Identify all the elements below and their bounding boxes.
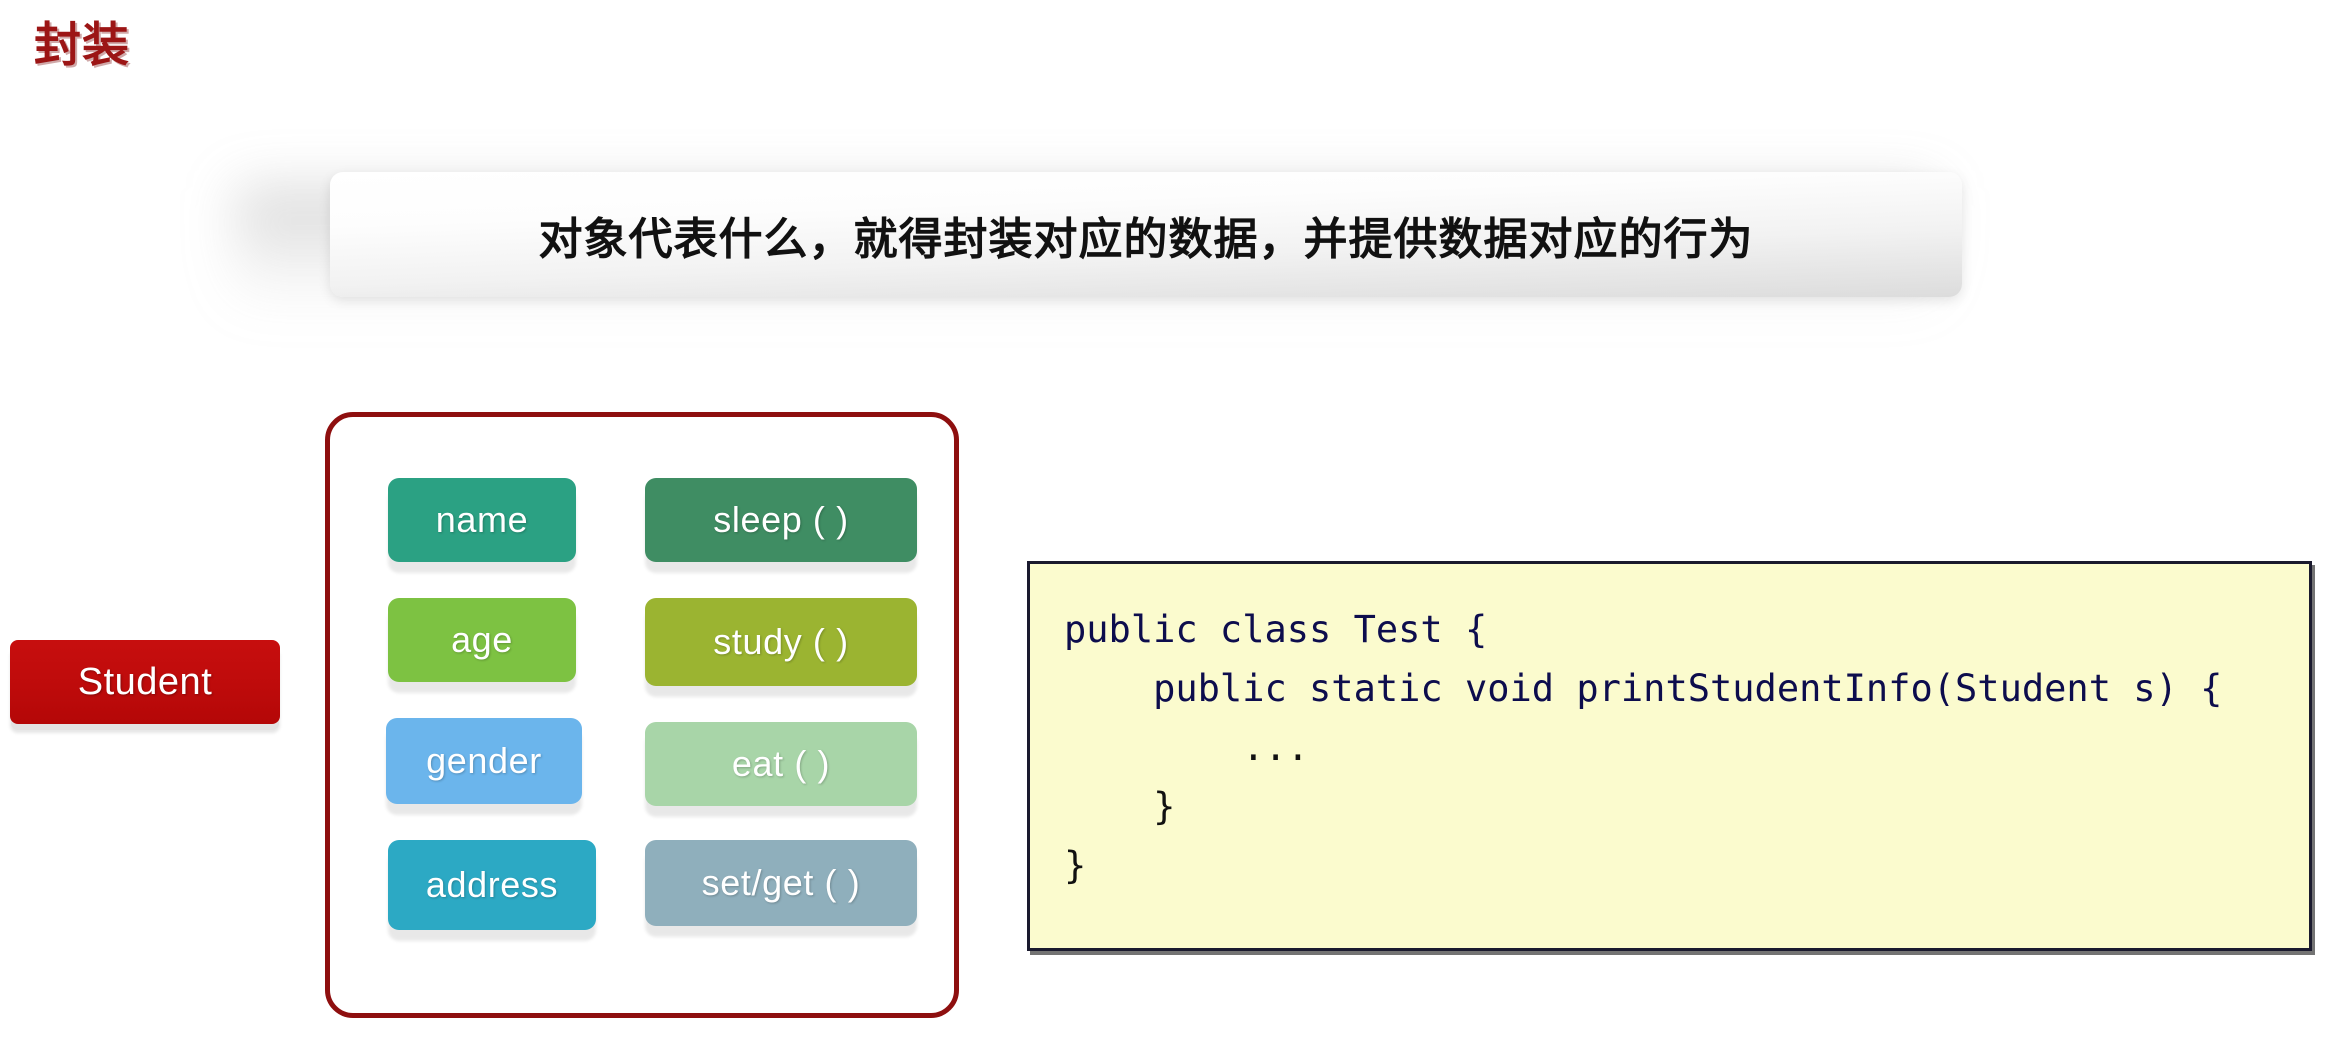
method-chip-eat-label: eat ( ) xyxy=(731,743,831,784)
code-snippet-panel: public class Test { public static void p… xyxy=(1027,561,2312,951)
field-chip-age: age xyxy=(388,598,576,682)
headline-banner: 对象代表什么，就得封装对应的数据，并提供数据对应的行为 xyxy=(235,172,1962,311)
method-chip-eat: eat ( ) xyxy=(645,722,917,806)
field-chip-name: name xyxy=(388,478,576,562)
banner-surface: 对象代表什么，就得封装对应的数据，并提供数据对应的行为 xyxy=(330,172,1962,297)
field-chip-address: address xyxy=(388,840,596,930)
field-chip-gender-label: gender xyxy=(426,740,542,781)
student-class-tag: Student xyxy=(10,640,280,724)
field-chip-name-label: name xyxy=(435,499,529,540)
field-chip-address-label: address xyxy=(425,864,559,905)
banner-text: 对象代表什么，就得封装对应的数据，并提供数据对应的行为 xyxy=(538,214,1754,264)
method-chip-setget: set/get ( ) xyxy=(645,840,917,926)
field-chip-age-label: age xyxy=(451,619,513,660)
code-snippet-text: public class Test { public static void p… xyxy=(1064,608,2223,887)
field-chip-gender: gender xyxy=(386,718,582,804)
method-chip-sleep-label: sleep ( ) xyxy=(713,499,849,540)
method-chip-study: study ( ) xyxy=(645,598,917,686)
method-chip-study-label: study ( ) xyxy=(713,621,849,662)
student-class-tag-label: Student xyxy=(77,660,213,703)
method-chip-setget-label: set/get ( ) xyxy=(701,862,861,903)
method-chip-sleep: sleep ( ) xyxy=(645,478,917,562)
page-title: 封装 xyxy=(34,18,130,71)
